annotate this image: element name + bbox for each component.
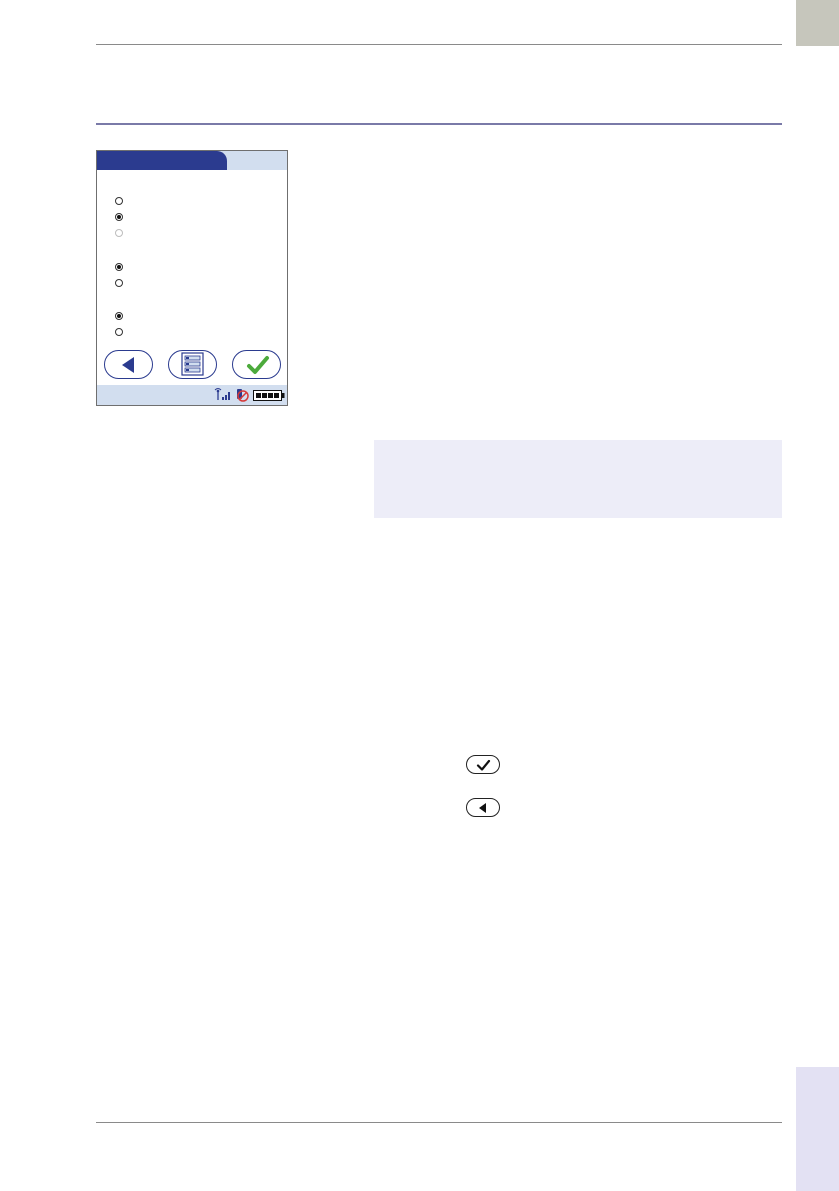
checkmark-icon [247,356,269,374]
radio-option-1-2[interactable] [115,213,123,221]
header-rule [96,44,782,45]
chapter-tab-gray [796,0,839,46]
back-arrow-button-icon [466,798,500,817]
note-box [374,440,782,518]
menu-list-icon [181,352,204,376]
radio-option-1-1[interactable] [115,197,123,205]
back-arrow-icon [122,357,134,373]
footer-rule [96,1122,782,1123]
confirm-check-button-icon [466,755,500,774]
screen-title-tab [97,151,227,170]
antenna-signal-icon [214,388,230,400]
menu-button[interactable] [168,350,217,379]
no-connection-icon [237,389,249,402]
radio-option-3-2[interactable] [115,328,123,336]
battery-icon [253,390,285,401]
status-bar [97,385,287,405]
section-rule [96,123,782,125]
radio-option-2-2[interactable] [115,279,123,287]
radio-option-2-1[interactable] [115,263,123,271]
radio-option-1-3 [115,229,123,237]
device-screen [96,150,288,406]
confirm-button[interactable] [232,350,281,379]
back-button[interactable] [104,350,153,379]
radio-option-3-1[interactable] [115,312,123,320]
chapter-tab-lavender [796,1067,839,1191]
